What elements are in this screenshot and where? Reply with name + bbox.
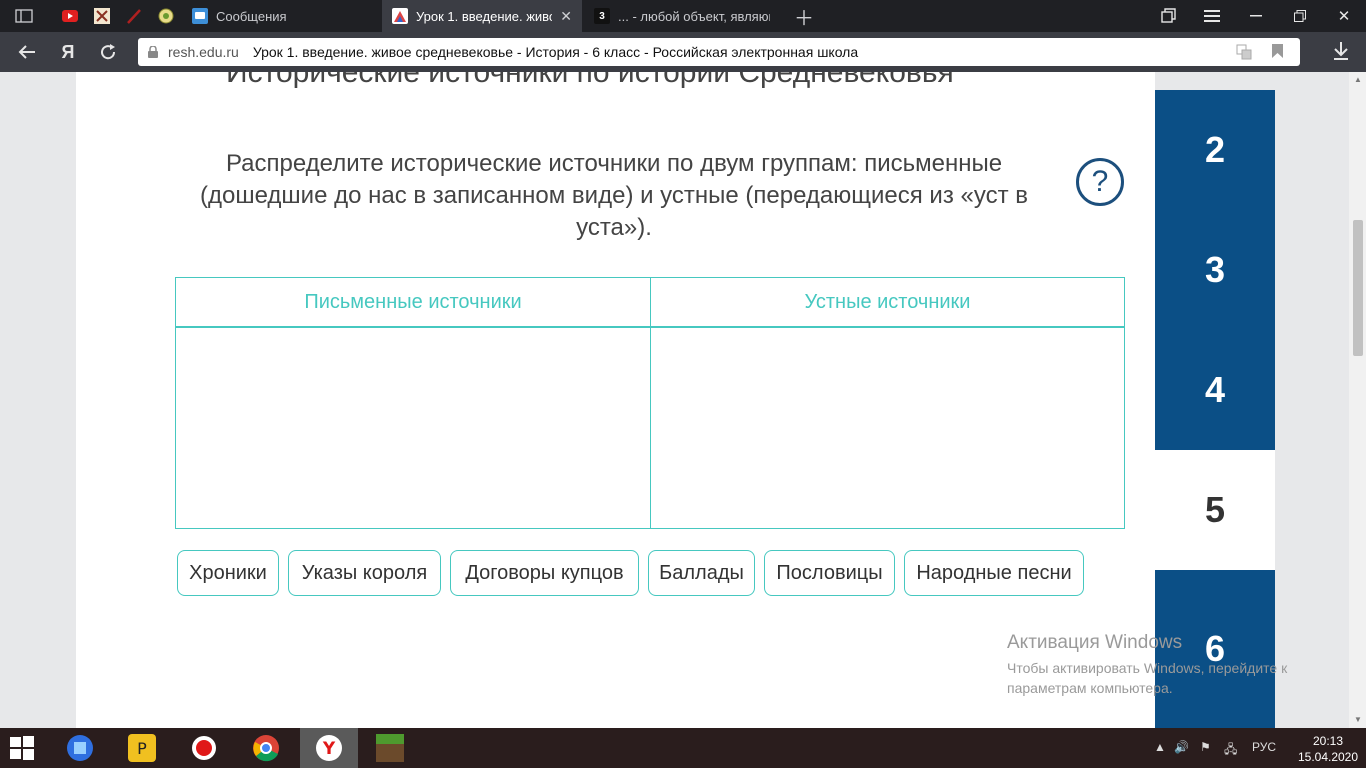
close-tab-icon[interactable]: ✕: [560, 8, 572, 25]
help-button[interactable]: ?: [1076, 158, 1124, 206]
volume-icon[interactable]: 🔊: [1174, 740, 1189, 754]
section-heading: Исторические источники по истории Средне…: [226, 72, 954, 89]
tab-lesson[interactable]: Урок 1. введение. живое средневековье ✕: [382, 0, 582, 32]
watermark-title: Активация Windows: [1007, 632, 1183, 653]
step-3[interactable]: 3: [1155, 210, 1275, 330]
reload-icon[interactable]: [95, 40, 121, 64]
chip-folk-songs[interactable]: Народные песни: [904, 550, 1084, 596]
tab-coat-of-arms[interactable]: [156, 6, 176, 26]
step-4[interactable]: 4: [1155, 330, 1275, 450]
back-arrow-icon[interactable]: [14, 40, 40, 64]
page-scrollbar[interactable]: ▲ ▼: [1349, 72, 1366, 728]
rutube-icon[interactable]: P: [126, 732, 158, 764]
windows-activation-watermark: Активация Windows Чтобы активировать Win…: [1007, 632, 1327, 698]
z-icon: 3: [594, 8, 610, 24]
drop-zone-oral[interactable]: [651, 328, 1124, 528]
chip-royal-decrees[interactable]: Указы короля: [288, 550, 441, 596]
flag-icon[interactable]: ⚑: [1200, 740, 1211, 754]
tab-z[interactable]: 3 ... - любой объект, являющийся: [584, 0, 780, 32]
download-icon[interactable]: [1332, 40, 1350, 65]
clock-date: 15.04.2020: [1297, 750, 1359, 764]
task-instruction: Распределите исторические источники по д…: [200, 150, 1028, 241]
tab-messages[interactable]: Сообщения: [182, 0, 380, 32]
system-clock[interactable]: 20:13 15.04.2020: [1296, 733, 1360, 765]
resh-icon: [392, 8, 408, 24]
chip-proverbs[interactable]: Пословицы: [764, 550, 895, 596]
language-indicator[interactable]: РУС: [1252, 740, 1276, 754]
tab-label: Урок 1. введение. живое средневековье: [416, 8, 552, 24]
column-header-written: Письменные источники: [176, 278, 651, 328]
tab-strip: Сообщения Урок 1. введение. живое средне…: [0, 0, 1366, 32]
translate-icon[interactable]: [1236, 44, 1252, 63]
yandex-browser-icon[interactable]: Y: [300, 728, 358, 768]
tab-label: ... - любой объект, являющийся: [618, 8, 770, 24]
column-header-oral: Устные источники: [651, 278, 1124, 328]
url-field[interactable]: resh.edu.ru Урок 1. введение. живое сред…: [138, 38, 1300, 66]
minimize-icon[interactable]: [1234, 0, 1278, 32]
feather-icon: [127, 9, 141, 24]
sidebar-toggle-icon[interactable]: [14, 6, 34, 26]
windows-taskbar: P Y ▲ 🔊 ⚑ 🖧 РУС 20:13 15.04.2020: [0, 728, 1366, 768]
app-store-icon[interactable]: [64, 732, 96, 764]
chip-chronicles[interactable]: Хроники: [177, 550, 279, 596]
svg-text:P: P: [137, 739, 147, 758]
scroll-up-icon[interactable]: ▲: [1353, 74, 1363, 84]
collections-icon[interactable]: [1146, 0, 1190, 32]
url-domain: resh.edu.ru: [168, 44, 239, 60]
tab-youtube[interactable]: [60, 6, 80, 26]
close-window-icon[interactable]: ✕: [1322, 0, 1366, 32]
menu-icon[interactable]: [1190, 0, 1234, 32]
record-icon[interactable]: [188, 732, 220, 764]
step-navigation: 2 3 4 5 6: [1155, 72, 1275, 728]
emblem-icon: [94, 8, 110, 24]
clock-time: 20:13: [1312, 734, 1344, 748]
chip-merchant-contracts[interactable]: Договоры купцов: [450, 550, 639, 596]
chip-ballads[interactable]: Баллады: [648, 550, 755, 596]
windows-start-icon[interactable]: [6, 732, 38, 764]
lesson-content: Исторические источники по истории Средне…: [76, 72, 1155, 728]
web-page: Исторические источники по истории Средне…: [0, 72, 1366, 728]
youtube-icon: [62, 10, 78, 22]
svg-text:Y: Y: [322, 739, 336, 759]
network-icon[interactable]: 🖧: [1224, 740, 1237, 761]
coat-of-arms-icon: [158, 8, 174, 24]
step-2[interactable]: 2: [1155, 90, 1275, 210]
bookmark-icon[interactable]: [1272, 44, 1283, 61]
restore-icon[interactable]: [1278, 0, 1322, 32]
scroll-down-icon[interactable]: ▼: [1353, 714, 1363, 724]
address-bar: Я resh.edu.ru Урок 1. введение. живое ср…: [0, 32, 1366, 72]
lock-icon: [146, 45, 160, 59]
chat-icon: [192, 8, 208, 24]
chrome-icon[interactable]: [250, 732, 282, 764]
watermark-text: Чтобы активировать Windows, перейдите к …: [1007, 660, 1288, 696]
minecraft-icon[interactable]: [374, 732, 406, 764]
tab-feather[interactable]: [124, 6, 144, 26]
scroll-thumb[interactable]: [1353, 220, 1363, 356]
step-5-current[interactable]: 5: [1155, 450, 1275, 570]
tab-emblem[interactable]: [92, 6, 112, 26]
tab-label: Сообщения: [216, 8, 287, 24]
page-title-in-url: Урок 1. введение. живое средневековье - …: [252, 44, 859, 60]
yandex-icon[interactable]: Я: [55, 40, 81, 64]
new-tab-icon[interactable]: ＋: [794, 6, 814, 30]
sorting-table: Письменные источники Устные источники: [175, 277, 1125, 529]
drop-zone-written[interactable]: [176, 328, 651, 528]
tray-chevron-icon[interactable]: ▲: [1154, 740, 1166, 754]
